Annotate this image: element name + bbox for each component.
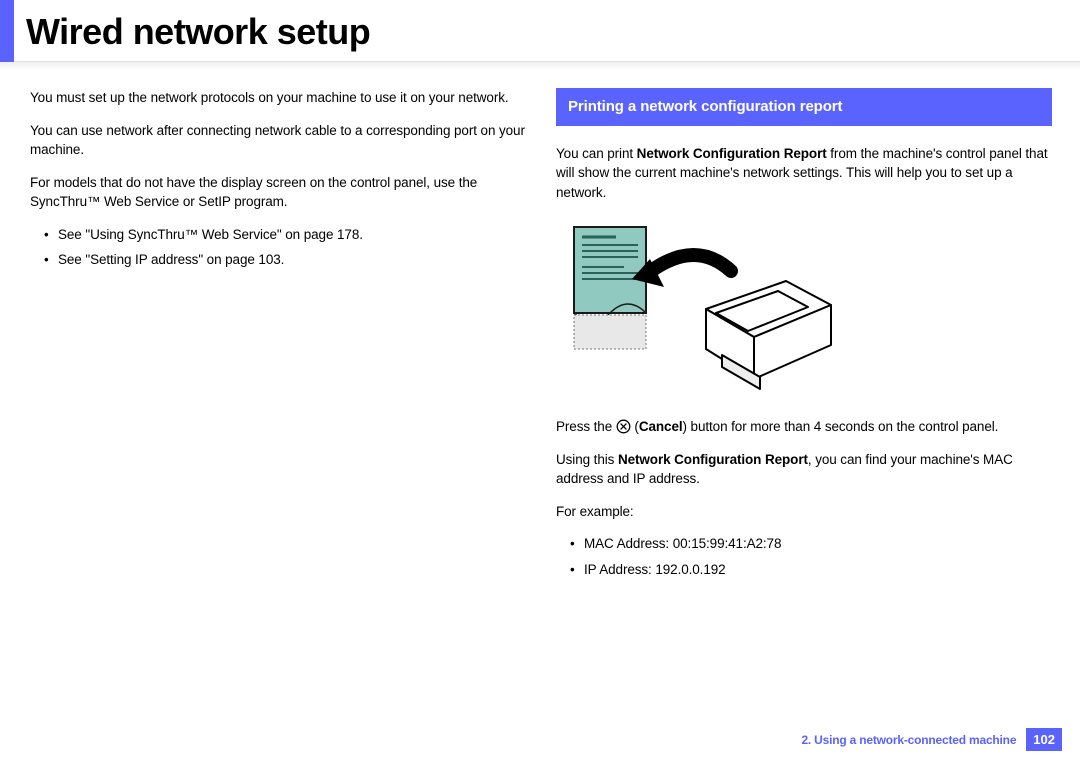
footer-chapter: 2. Using a network-connected machine [801,733,1016,747]
bold-term: Network Configuration Report [618,452,808,467]
reference-list: See "Using SyncThru™ Web Service" on pag… [30,225,526,270]
report-usage-paragraph: Using this Network Configuration Report,… [556,450,1052,489]
text: Using this [556,452,618,467]
report-intro-paragraph: You can print Network Configuration Repo… [556,144,1052,203]
example-list: MAC Address: 00:15:99:41:A2:78 IP Addres… [556,534,1052,579]
intro-paragraph-2: You can use network after connecting net… [30,121,526,160]
bold-term: Cancel [639,419,683,434]
page-footer: 2. Using a network-connected machine 102 [801,728,1062,751]
intro-paragraph-3: For models that do not have the display … [30,173,526,212]
reference-item: See "Using SyncThru™ Web Service" on pag… [44,225,526,245]
section-heading: Printing a network configuration report [556,88,1052,126]
for-example-label: For example: [556,502,1052,522]
right-column: Printing a network configuration report … [556,88,1052,585]
text: You can print [556,146,637,161]
press-cancel-instruction: Press the (Cancel) button for more than … [556,417,1052,437]
cancel-icon [616,419,631,434]
left-column: You must set up the network protocols on… [30,88,526,585]
header-divider-shadow [0,62,1080,70]
text: Press the [556,419,616,434]
page-title: Wired network setup [26,11,370,53]
example-item: MAC Address: 00:15:99:41:A2:78 [570,534,1052,554]
printer-report-illustration [556,219,846,399]
bold-term: Network Configuration Report [637,146,827,161]
page-header: Wired network setup [0,0,1080,62]
example-item: IP Address: 192.0.0.192 [570,560,1052,580]
footer-page-number: 102 [1026,728,1062,751]
text: ) button for more than 4 seconds on the … [683,419,999,434]
reference-item: See "Setting IP address" on page 103. [44,250,526,270]
page-body: You must set up the network protocols on… [0,82,1080,585]
header-accent-tab [0,0,14,62]
intro-paragraph-1: You must set up the network protocols on… [30,88,526,108]
